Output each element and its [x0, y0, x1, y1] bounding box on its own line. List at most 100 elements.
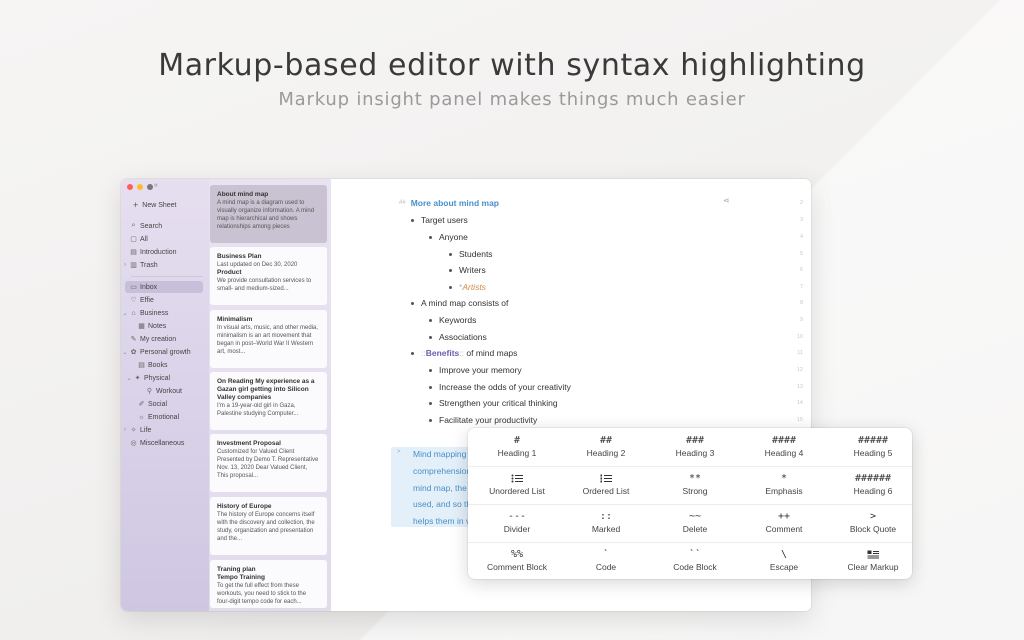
- growth-icon: ✿: [130, 349, 137, 356]
- heading1-button[interactable]: # Heading 1: [473, 428, 561, 466]
- markup-label: Heading 5: [853, 448, 893, 458]
- window-controls: [127, 184, 153, 190]
- clear-markup-button[interactable]: Clear Markup: [829, 542, 917, 580]
- emotional-icon: ☼: [138, 413, 145, 421]
- marked-button[interactable]: :: Marked: [562, 504, 650, 542]
- note-subtitle: Product: [217, 269, 242, 276]
- list-item[interactable]: Writers: [449, 263, 486, 277]
- sidebar-item-emotional[interactable]: ☼ Emotional: [121, 411, 209, 423]
- note-title: Investment Proposal: [217, 440, 281, 447]
- folder-icon: ⌂: [131, 309, 136, 317]
- sidebar-item-business[interactable]: ⌄ ⌂ Business: [121, 307, 209, 319]
- chevron-right-icon[interactable]: ›: [121, 427, 129, 433]
- ordered-list-button[interactable]: Ordered List: [562, 466, 650, 504]
- chevron-down-icon[interactable]: ⌄: [125, 375, 133, 382]
- sidebar-item-miscellaneous[interactable]: ◎ Miscellaneous: [121, 437, 209, 449]
- markup-symbol: #: [513, 435, 521, 446]
- note-card[interactable]: Investment Proposal Customized for Value…: [210, 434, 327, 492]
- list-item[interactable]: Facilitate your productivity: [429, 413, 537, 427]
- list-item[interactable]: Students: [449, 247, 493, 261]
- list-item[interactable]: Target users: [411, 213, 468, 227]
- note-card[interactable]: Minimalism In visual arts, music, and ot…: [210, 310, 327, 368]
- list-item[interactable]: Anyone: [429, 230, 468, 244]
- bullet-icon: [411, 301, 414, 305]
- code-block-button[interactable]: `` Code Block: [651, 542, 739, 580]
- list-item[interactable]: Improve your memory: [429, 363, 522, 377]
- sidebar-item-trash[interactable]: › ▥ Trash: [121, 259, 209, 271]
- note-card[interactable]: History of Europe The history of Europe …: [210, 497, 327, 555]
- list-item[interactable]: * Artists: [449, 280, 486, 294]
- note-excerpt: To get the full effect from these workou…: [217, 583, 307, 605]
- sidebar-item-life[interactable]: › ✧ Life: [121, 424, 209, 436]
- chevron-down-icon[interactable]: ⌄: [121, 349, 129, 356]
- sidebar-item-books[interactable]: ▤ Books: [121, 359, 209, 371]
- note-card[interactable]: Traning plan Tempo Training To get the f…: [210, 560, 327, 608]
- strong-button[interactable]: ** Strong: [651, 466, 739, 504]
- bullet-icon: [449, 252, 452, 256]
- close-button[interactable]: [127, 184, 133, 190]
- heart-icon: ♡: [130, 297, 137, 304]
- list-item[interactable]: :: Benefits:: of mind maps: [411, 346, 517, 360]
- divider-button[interactable]: --- Divider: [473, 504, 561, 542]
- note-card[interactable]: On Reading My experience as a Gazan girl…: [210, 372, 327, 430]
- sidebar-item-notes[interactable]: ▦ Notes: [121, 320, 209, 332]
- delete-button[interactable]: ~~ Delete: [651, 504, 739, 542]
- list-item[interactable]: Keywords: [429, 313, 476, 327]
- heading2-button[interactable]: ## Heading 2: [562, 428, 650, 466]
- code-button[interactable]: ` Code: [562, 542, 650, 580]
- sidebar-item-search[interactable]: ⌕ Search: [121, 220, 209, 232]
- sidebar-item-label: Miscellaneous: [140, 439, 185, 447]
- bullet-icon: [429, 418, 432, 422]
- list-item[interactable]: Strengthen your critical thinking: [429, 396, 558, 410]
- sidebar-item-inbox[interactable]: ▭ Inbox: [125, 281, 203, 293]
- list-item[interactable]: Associations: [429, 330, 487, 344]
- heading4-button[interactable]: #### Heading 4: [740, 428, 828, 466]
- sidebar-item-label: Emotional: [148, 413, 180, 421]
- collapse-sidebar-icon[interactable]: «: [154, 182, 158, 189]
- heading6-button[interactable]: ###### Heading 6: [829, 466, 917, 504]
- note-title: On Reading My experience as a Gazan girl…: [217, 378, 315, 401]
- markup-label: Marked: [591, 524, 621, 534]
- unordered-list-button[interactable]: Unordered List: [473, 466, 561, 504]
- markup-symbol: ``: [688, 549, 702, 560]
- zoom-button[interactable]: [147, 184, 153, 190]
- creation-icon: ✎: [130, 336, 137, 343]
- bullet-icon: [429, 401, 432, 405]
- heading3-button[interactable]: ### Heading 3: [651, 428, 739, 466]
- chevron-down-icon[interactable]: ⌄: [121, 310, 129, 317]
- markup-symbol: ::: [599, 511, 613, 522]
- bullet-icon: [429, 318, 432, 322]
- comment-button[interactable]: ++ Comment: [740, 504, 828, 542]
- share-icon[interactable]: ⋖: [723, 196, 730, 205]
- list-item-text: Keywords: [439, 315, 477, 325]
- sidebar-item-introduction[interactable]: ▤ Introduction: [121, 246, 209, 258]
- escape-button[interactable]: \ Escape: [740, 542, 828, 580]
- bullet-icon: [411, 218, 414, 222]
- note-card[interactable]: About mind map A mind map is a diagram u…: [210, 185, 327, 243]
- markup-label: Ordered List: [582, 486, 630, 496]
- list-item[interactable]: A mind map consists of: [411, 296, 508, 310]
- sidebar-item-my-creation[interactable]: ✎ My creation: [121, 333, 209, 345]
- sidebar-item-effie[interactable]: ♡ Effie: [121, 294, 209, 306]
- block-text: used, and so th: [413, 499, 472, 509]
- sidebar-item-physical[interactable]: ⌄ ✦ Physical: [121, 372, 209, 384]
- list-item[interactable]: Increase the odds of your creativity: [429, 380, 571, 394]
- markup-label: Heading 6: [853, 486, 893, 496]
- heading5-button[interactable]: ##### Heading 5: [829, 428, 917, 466]
- sidebar-item-all[interactable]: ▢ All: [121, 233, 209, 245]
- note-excerpt: Last updated on Dec 30, 2020: [217, 262, 298, 268]
- chevron-right-icon[interactable]: ›: [121, 262, 129, 268]
- new-sheet-button[interactable]: + New Sheet: [133, 200, 177, 210]
- minimize-button[interactable]: [137, 184, 143, 190]
- emphasis-button[interactable]: * Emphasis: [740, 466, 828, 504]
- sidebar-item-personal-growth[interactable]: ⌄ ✿ Personal growth: [121, 346, 209, 358]
- note-card[interactable]: Business Plan Last updated on Dec 30, 20…: [210, 247, 327, 305]
- line-number: 12: [796, 367, 803, 373]
- heading-line[interactable]: ## More about mind map: [399, 196, 499, 210]
- sidebar-item-label: Business: [140, 309, 169, 317]
- sidebar-item-social[interactable]: ✐ Social: [121, 398, 209, 410]
- bullet-icon: [429, 335, 432, 339]
- block-quote-button[interactable]: > Block Quote: [829, 504, 917, 542]
- sidebar-item-workout[interactable]: ⚲ Workout: [121, 385, 209, 397]
- comment-block-button[interactable]: %% Comment Block: [473, 542, 561, 580]
